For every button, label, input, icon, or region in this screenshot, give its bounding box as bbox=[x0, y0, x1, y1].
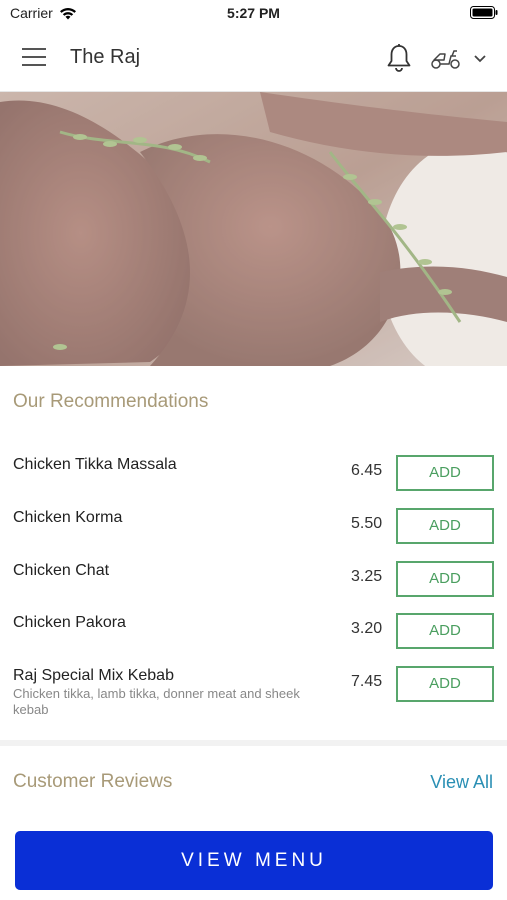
hero-food-image bbox=[0, 92, 507, 366]
item-price: 6.45 bbox=[351, 462, 383, 479]
menu-item: Chicken Pakora 3.20 ADD bbox=[13, 613, 495, 649]
item-price: 5.50 bbox=[351, 515, 383, 532]
battery-icon bbox=[470, 6, 498, 22]
app-header: The Raj bbox=[0, 26, 507, 92]
menu-item: Chicken Chat 3.25 ADD bbox=[13, 561, 495, 597]
add-button[interactable]: ADD bbox=[396, 613, 494, 649]
item-description: Chicken tikka, lamb tikka, donner meat a… bbox=[13, 686, 300, 717]
recommendations-title: Our Recommendations bbox=[13, 391, 209, 412]
item-price: 3.25 bbox=[351, 568, 383, 585]
add-button[interactable]: ADD bbox=[396, 455, 494, 491]
item-price: 7.45 bbox=[351, 673, 383, 690]
menu-item: Chicken Korma 5.50 ADD bbox=[13, 508, 495, 544]
view-menu-button[interactable]: VIEW MENU bbox=[15, 831, 493, 890]
add-button[interactable]: ADD bbox=[396, 561, 494, 597]
hamburger-menu-icon[interactable] bbox=[22, 48, 48, 70]
section-divider bbox=[0, 740, 507, 746]
add-button[interactable]: ADD bbox=[396, 666, 494, 702]
reviews-title: Customer Reviews bbox=[13, 771, 173, 792]
status-bar: Carrier 5:27 PM bbox=[0, 0, 507, 26]
item-price: 3.20 bbox=[351, 620, 383, 637]
menu-item: Chicken Tikka Massala 6.45 ADD bbox=[13, 455, 495, 491]
delivery-scooter-icon[interactable] bbox=[430, 46, 462, 70]
status-time: 5:27 PM bbox=[227, 5, 280, 21]
menu-item: Raj Special Mix Kebab Chicken tikka, lam… bbox=[13, 666, 495, 718]
restaurant-title: The Raj bbox=[70, 46, 141, 68]
bell-icon[interactable] bbox=[385, 43, 413, 73]
add-button[interactable]: ADD bbox=[396, 508, 494, 544]
view-all-link[interactable]: View All bbox=[430, 772, 493, 793]
chevron-down-icon[interactable] bbox=[472, 52, 488, 66]
